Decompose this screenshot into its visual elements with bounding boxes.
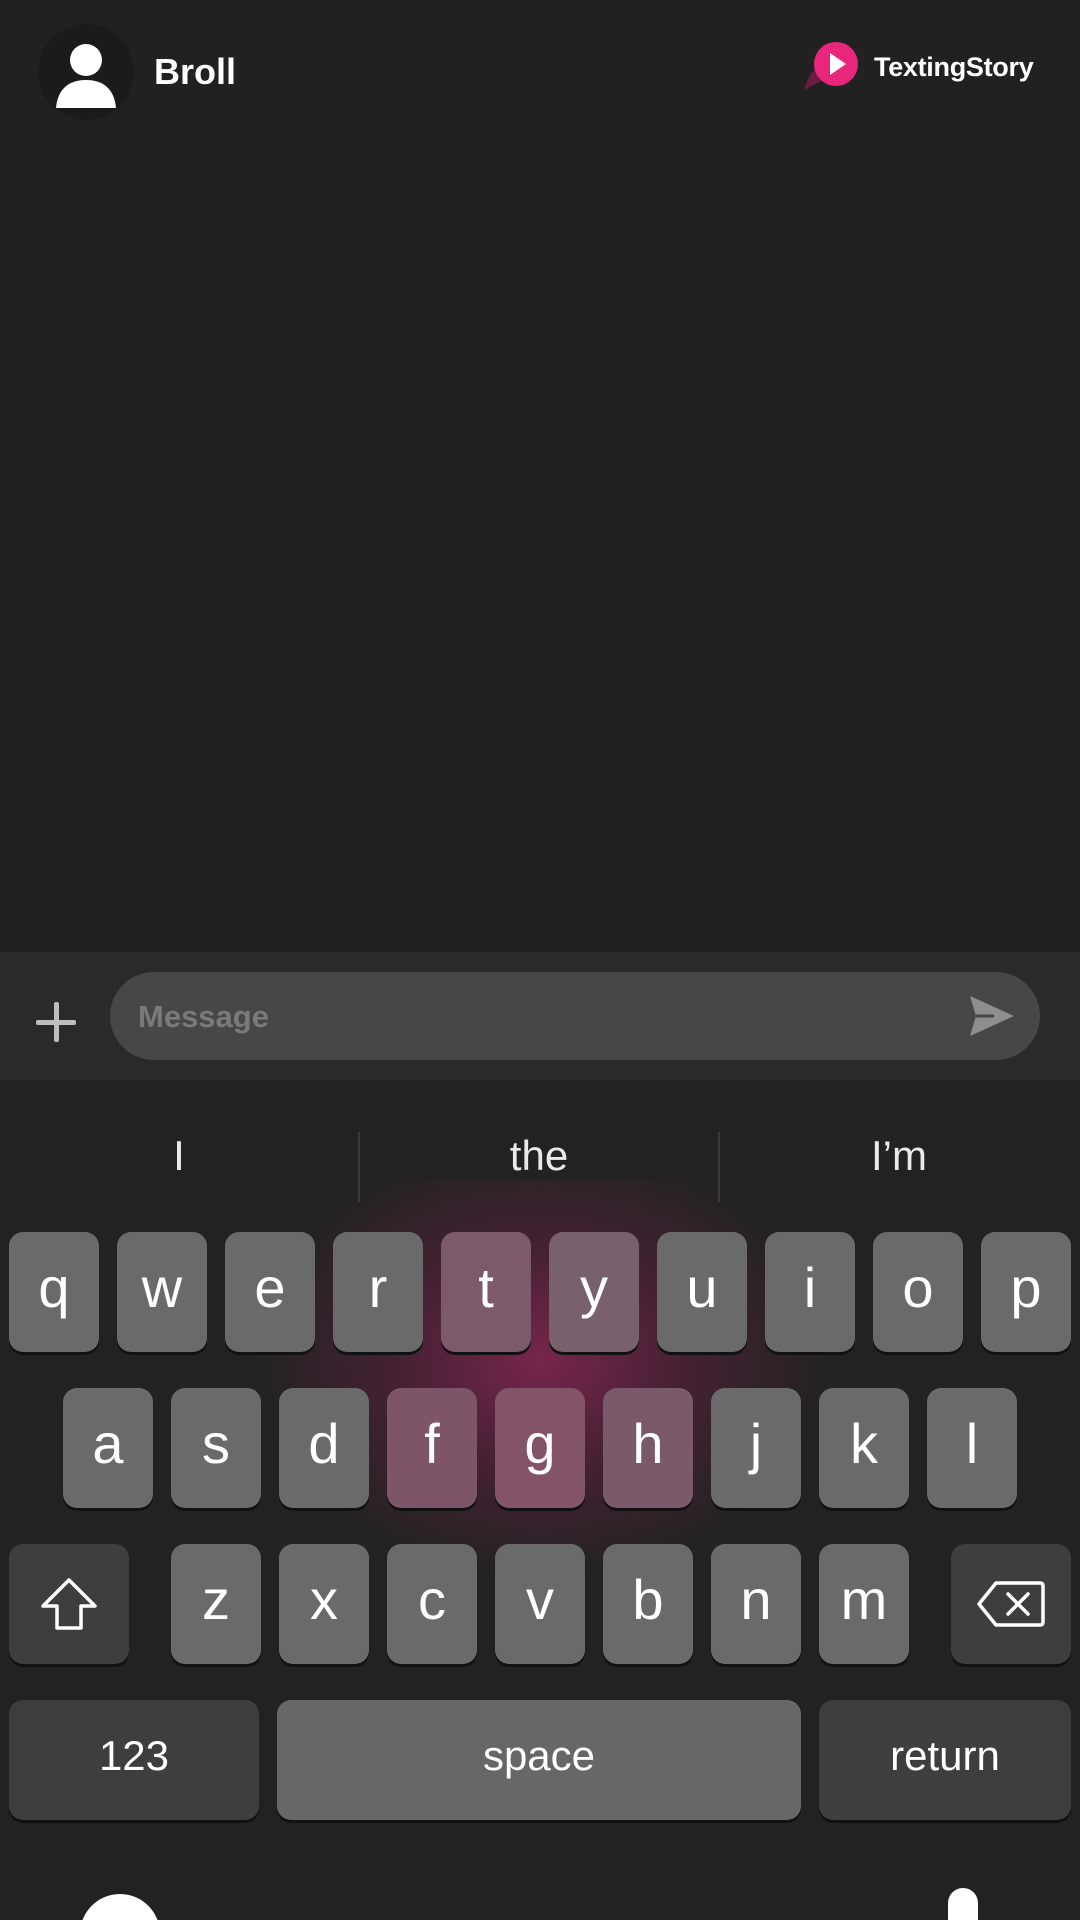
plus-icon: [36, 1002, 76, 1042]
key-a[interactable]: a: [63, 1388, 153, 1508]
shift-icon: [41, 1578, 97, 1630]
key-k[interactable]: k: [819, 1388, 909, 1508]
keyboard: I the I’m q w e r t y u i o p a s d f g …: [0, 1080, 1080, 1920]
key-i[interactable]: i: [765, 1232, 855, 1352]
key-g[interactable]: g: [495, 1388, 585, 1508]
key-n[interactable]: n: [711, 1544, 801, 1664]
keyboard-bottom-tools: [0, 1880, 1080, 1920]
message-input[interactable]: [136, 972, 940, 1062]
key-r[interactable]: r: [333, 1232, 423, 1352]
key-u[interactable]: u: [657, 1232, 747, 1352]
microphone-icon[interactable]: [948, 1888, 978, 1920]
return-key[interactable]: return: [819, 1700, 1071, 1820]
key-c[interactable]: c: [387, 1544, 477, 1664]
key-d[interactable]: d: [279, 1388, 369, 1508]
key-q[interactable]: q: [9, 1232, 99, 1352]
key-m[interactable]: m: [819, 1544, 909, 1664]
play-bubble-logo: [804, 42, 858, 90]
key-z[interactable]: z: [171, 1544, 261, 1664]
key-y[interactable]: y: [549, 1232, 639, 1352]
key-p[interactable]: p: [981, 1232, 1071, 1352]
contact-name[interactable]: Broll: [154, 48, 236, 96]
add-attachment-button[interactable]: [28, 994, 84, 1050]
key-s[interactable]: s: [171, 1388, 261, 1508]
backspace-icon: [977, 1581, 1045, 1627]
space-key[interactable]: space: [277, 1700, 801, 1820]
send-icon: [970, 996, 1014, 1036]
suggestion-item[interactable]: I’m: [720, 1106, 1078, 1206]
send-button[interactable]: [966, 990, 1018, 1042]
numbers-key[interactable]: 123: [9, 1700, 259, 1820]
key-e[interactable]: e: [225, 1232, 315, 1352]
key-x[interactable]: x: [279, 1544, 369, 1664]
key-f[interactable]: f: [387, 1388, 477, 1508]
suggestion-item[interactable]: the: [360, 1106, 718, 1206]
contact-avatar[interactable]: [38, 24, 134, 120]
chat-screen: Broll TextingStory Message I the I’m q w…: [0, 0, 1080, 1920]
key-v[interactable]: v: [495, 1544, 585, 1664]
suggestion-item[interactable]: I: [0, 1106, 358, 1206]
key-l[interactable]: l: [927, 1388, 1017, 1508]
emoji-icon[interactable]: [80, 1894, 160, 1920]
key-b[interactable]: b: [603, 1544, 693, 1664]
key-h[interactable]: h: [603, 1388, 693, 1508]
key-t[interactable]: t: [441, 1232, 531, 1352]
key-j[interactable]: j: [711, 1388, 801, 1508]
brand-name: TextingStory: [874, 52, 1034, 82]
key-o[interactable]: o: [873, 1232, 963, 1352]
delete-key[interactable]: [951, 1544, 1071, 1664]
suggestion-bar: I the I’m: [0, 1106, 1080, 1206]
message-field[interactable]: [110, 972, 1040, 1062]
shift-key[interactable]: [9, 1544, 129, 1664]
composer-bar: [0, 952, 1080, 1080]
message-list: [0, 150, 1080, 952]
key-w[interactable]: w: [117, 1232, 207, 1352]
chat-header: Broll TextingStory: [0, 0, 1080, 150]
user-silhouette-icon: [56, 44, 116, 108]
